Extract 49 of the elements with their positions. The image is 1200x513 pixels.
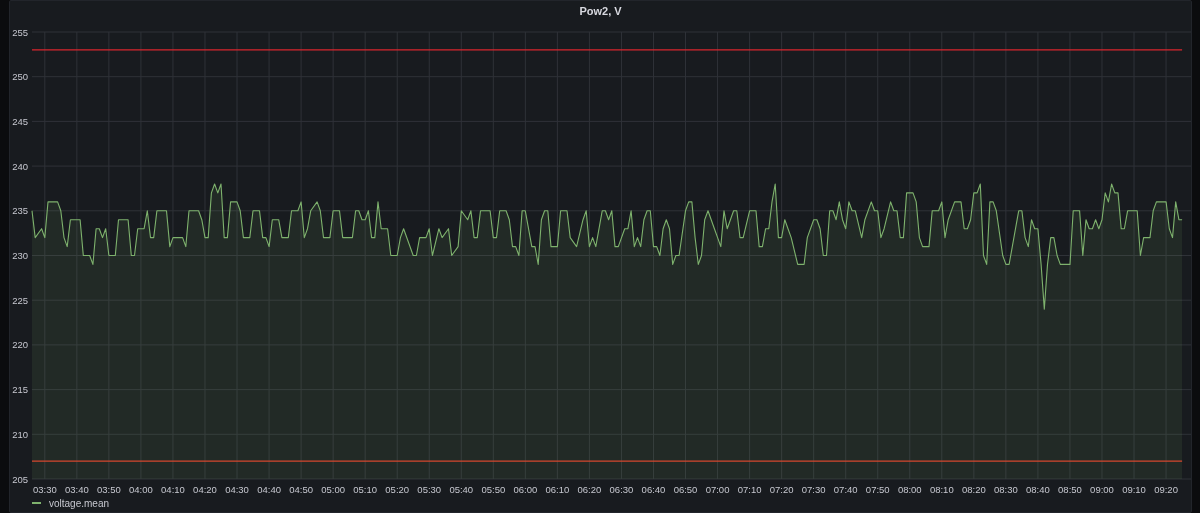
x-axis-label: 06:10 bbox=[545, 484, 570, 495]
y-axis-label: 225 bbox=[12, 294, 28, 306]
x-axis-label: 05:30 bbox=[417, 484, 442, 495]
x-axis-label: 04:40 bbox=[257, 484, 281, 495]
x-axis-label: 04:20 bbox=[193, 484, 217, 495]
x-axis-label: 08:40 bbox=[1026, 484, 1050, 495]
x-axis-label: 09:00 bbox=[1090, 484, 1114, 495]
x-axis-label: 05:10 bbox=[353, 484, 378, 495]
x-axis-label: 05:40 bbox=[449, 484, 474, 495]
x-axis-label: 08:30 bbox=[994, 484, 1018, 495]
x-axis-label: 06:40 bbox=[641, 484, 666, 495]
panel-title: Pow2, V bbox=[579, 4, 622, 19]
x-axis-label: 06:50 bbox=[673, 484, 698, 495]
y-axis-label: 230 bbox=[12, 250, 28, 261]
x-axis-label: 06:00 bbox=[513, 484, 538, 495]
x-axis-label: 06:30 bbox=[609, 484, 634, 495]
x-axis-label: 07:40 bbox=[833, 484, 858, 495]
y-axis-label: 235 bbox=[12, 205, 28, 217]
x-axis-label: 05:50 bbox=[481, 484, 506, 495]
y-axis-label: 210 bbox=[12, 428, 28, 440]
x-axis-label: 08:10 bbox=[929, 484, 954, 495]
x-axis-label: 07:50 bbox=[865, 484, 890, 495]
x-axis-label: 08:00 bbox=[897, 484, 922, 495]
x-axis-label: 04:10 bbox=[161, 484, 185, 495]
x-axis-label: 08:50 bbox=[1058, 484, 1082, 495]
x-axis-label: 03:50 bbox=[97, 484, 121, 495]
y-axis-label: 240 bbox=[12, 160, 28, 172]
x-axis-label: 07:20 bbox=[769, 484, 794, 495]
y-axis-label: 215 bbox=[12, 384, 28, 396]
x-axis-label: 05:20 bbox=[385, 484, 410, 495]
x-axis-label: 03:30 bbox=[32, 484, 57, 495]
x-axis-label: 05:00 bbox=[321, 484, 346, 495]
x-axis-label: 08:20 bbox=[961, 484, 986, 495]
x-axis-label: 09:10 bbox=[1122, 484, 1146, 495]
y-axis-label: 255 bbox=[12, 26, 28, 38]
x-axis-label: 07:00 bbox=[705, 484, 730, 495]
legend-label[interactable]: voltage.mean bbox=[49, 495, 110, 511]
y-axis-label: 245 bbox=[12, 115, 28, 127]
y-axis-label: 220 bbox=[12, 339, 28, 351]
y-axis-label: 205 bbox=[12, 473, 28, 485]
x-axis-label: 07:10 bbox=[737, 484, 762, 495]
x-axis-label: 07:30 bbox=[801, 484, 826, 495]
x-axis-label: 04:00 bbox=[129, 484, 153, 495]
x-axis-label: 09:20 bbox=[1154, 484, 1178, 495]
x-axis-label: 04:30 bbox=[225, 484, 249, 495]
y-axis-label: 250 bbox=[12, 71, 28, 83]
x-axis-label: 04:50 bbox=[289, 484, 313, 495]
x-axis-label: 03:40 bbox=[64, 484, 89, 495]
x-axis-label: 06:20 bbox=[577, 484, 602, 495]
